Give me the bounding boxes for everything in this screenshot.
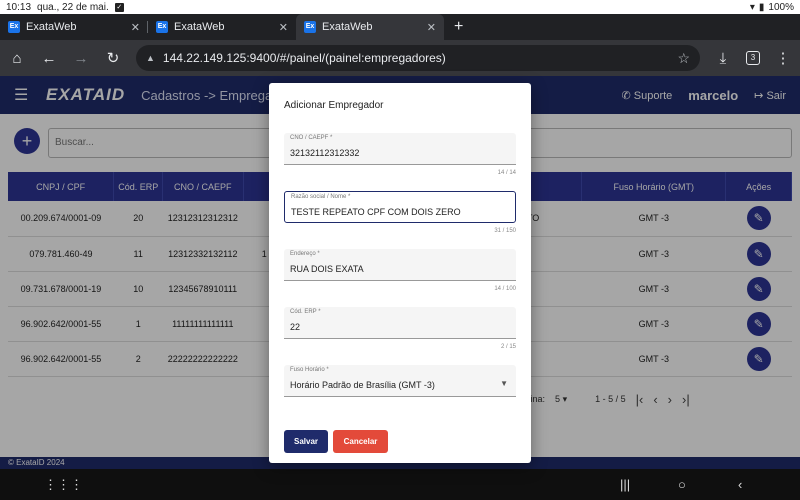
status-bar: 10:13 qua., 22 de mai. ✓ ▾ ▮ 100% (0, 0, 800, 14)
bookmark-star-icon[interactable]: ☆ (677, 50, 690, 67)
field-value: Horário Padrão de Brasília (GMT -3) (290, 380, 435, 390)
recents-icon[interactable]: ||| (620, 477, 630, 492)
tab-title: ExataWeb (26, 21, 77, 33)
status-date: qua., 22 de mai. (37, 1, 109, 13)
field-value: TESTE REPEATO CPF COM DOIS ZERO (291, 207, 461, 217)
new-tab-icon[interactable]: + (444, 14, 473, 40)
browser-tab[interactable]: Ex ExataWeb ✕ (0, 14, 148, 40)
char-counter: 2 / 15 (500, 344, 516, 350)
field-value: 22 (290, 322, 301, 332)
download-icon[interactable]: ⤓ (714, 50, 732, 67)
browser-tab[interactable]: Ex ExataWeb ✕ (148, 14, 296, 40)
char-counter: 31 / 150 (494, 228, 516, 234)
app-drawer-icon[interactable]: ⋮⋮⋮ (44, 477, 83, 493)
status-time: 10:13 (6, 1, 32, 13)
close-tab-icon[interactable]: ✕ (427, 21, 436, 34)
close-tab-icon[interactable]: ✕ (131, 21, 140, 34)
field-label: Fuso Horário * (290, 367, 329, 373)
add-employer-dialog: Adicionar Empregador CNO / CAEPF * 32132… (269, 83, 531, 463)
cno-caepf-field[interactable]: CNO / CAEPF * 32132112312332 (284, 133, 516, 165)
not-secure-icon[interactable]: ▲ (146, 53, 155, 63)
dropdown-arrow-icon[interactable]: ▼ (500, 379, 508, 388)
home-circle-icon[interactable]: ○ (678, 477, 686, 492)
cod-erp-field[interactable]: Cód. ERP * 22 (284, 307, 516, 339)
tab-title: ExataWeb (174, 21, 225, 33)
exataweb-favicon-icon: Ex (304, 21, 316, 33)
close-tab-icon[interactable]: ✕ (279, 21, 288, 34)
reload-icon[interactable]: ↻ (104, 49, 122, 67)
field-label: CNO / CAEPF * (290, 135, 333, 141)
wifi-icon: ▾ (749, 1, 755, 13)
dialog-title: Adicionar Empregador (284, 100, 384, 111)
razao-social-field[interactable]: Razão social / Nome * TESTE REPEATO CPF … (284, 191, 516, 223)
field-label: Endereço * (290, 251, 320, 257)
home-icon[interactable]: ⌂ (8, 50, 26, 67)
notification-check-icon: ✓ (114, 2, 124, 12)
cancel-button[interactable]: Cancelar (333, 430, 388, 453)
url-text: 144.22.149.125:9400/#/painel/(painel:emp… (162, 51, 446, 65)
exataweb-favicon-icon: Ex (8, 21, 20, 33)
android-nav-bar: ⋮⋮⋮ ||| ○ ‹ (0, 469, 800, 500)
field-label: Cód. ERP * (290, 309, 321, 315)
back-icon[interactable]: ← (40, 50, 58, 67)
browser-toolbar: ⌂ ← → ↻ ▲ 144.22.149.125:9400/#/painel/(… (0, 40, 800, 76)
exataweb-favicon-icon: Ex (156, 21, 168, 33)
battery-icon: ▮ (758, 1, 765, 13)
endereco-field[interactable]: Endereço * RUA DOIS EXATA (284, 249, 516, 281)
browser-tab-active[interactable]: Ex ExataWeb ✕ (296, 14, 444, 40)
browser-tab-strip: Ex ExataWeb ✕ Ex ExataWeb ✕ Ex ExataWeb … (0, 14, 800, 40)
nav-back-icon[interactable]: ‹ (738, 477, 742, 492)
field-value: RUA DOIS EXATA (290, 264, 364, 274)
fuso-horario-select[interactable]: Fuso Horário * Horário Padrão de Brasíli… (284, 365, 516, 397)
field-value: 32132112312332 (290, 148, 360, 158)
tab-switcher-button[interactable]: 3 (746, 51, 760, 65)
char-counter: 14 / 100 (494, 286, 516, 292)
field-label: Razão social / Nome * (291, 194, 351, 200)
battery-level: 100% (768, 1, 794, 13)
tab-title: ExataWeb (322, 21, 373, 33)
save-button[interactable]: Salvar (284, 430, 328, 453)
char-counter: 14 / 14 (497, 170, 516, 176)
more-menu-icon[interactable]: ⋮ (774, 49, 792, 67)
forward-icon[interactable]: → (72, 50, 90, 67)
address-bar[interactable]: ▲ 144.22.149.125:9400/#/painel/(painel:e… (136, 45, 700, 71)
